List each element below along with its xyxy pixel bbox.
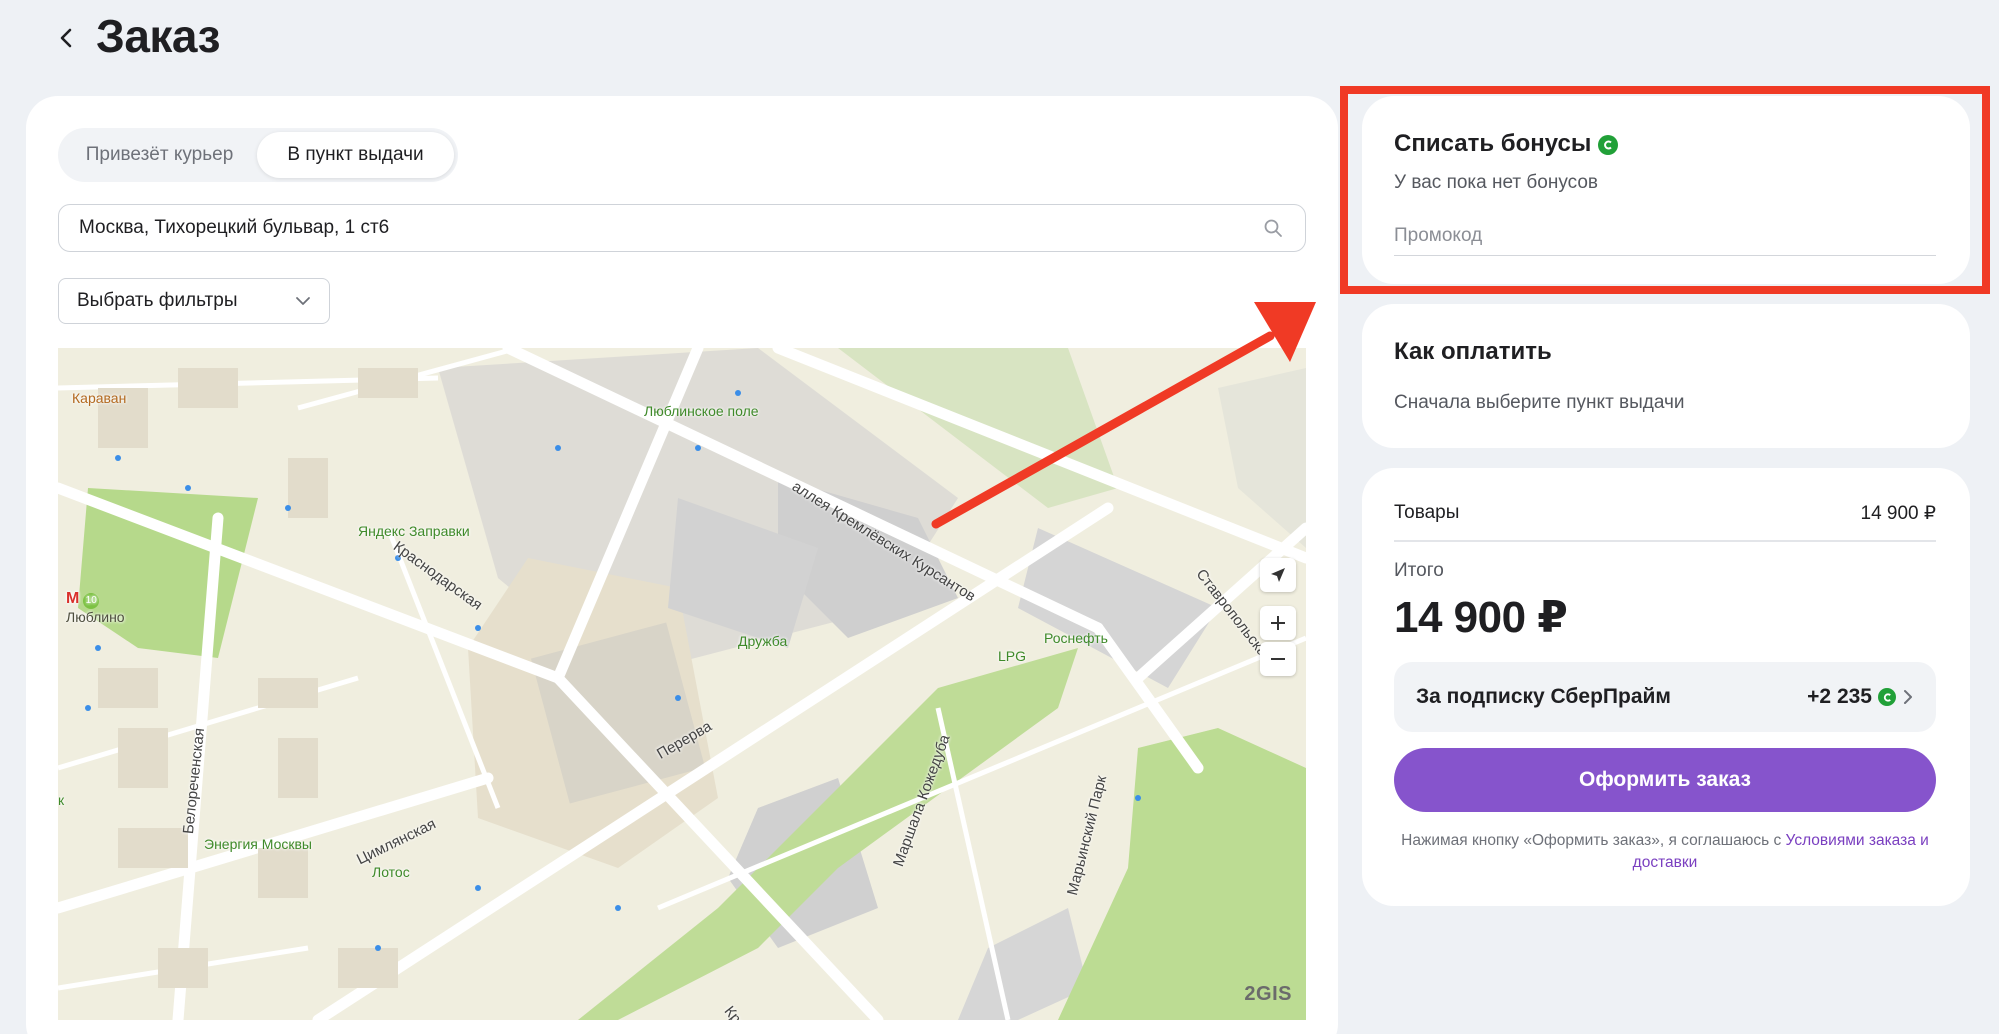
map-label-energiya-moskvy: Энергия Москвы bbox=[204, 836, 312, 852]
total-value: 14 900 ₽ bbox=[1394, 593, 1568, 642]
promo-code-input[interactable] bbox=[1394, 224, 1936, 247]
map-zoom-out-button[interactable] bbox=[1260, 642, 1296, 676]
sberprime-bonus-value: +2 235 bbox=[1807, 685, 1872, 708]
minus-icon bbox=[1271, 658, 1285, 660]
pickup-map[interactable]: Караван Люблинское поле аллея Кремлёвски… bbox=[58, 348, 1306, 1020]
sberprime-label: За подписку СберПрайм bbox=[1416, 685, 1671, 708]
metro-line-badge: 10 bbox=[83, 593, 100, 609]
map-label-yandex-zapravki: Яндекс Заправки bbox=[358, 523, 470, 539]
navigation-arrow-icon bbox=[1271, 568, 1285, 582]
map-label-lpg: LPG bbox=[998, 648, 1027, 664]
metro-station-name: Люблино bbox=[66, 609, 125, 625]
bonus-title: Списать бонусы bbox=[1394, 130, 1592, 157]
goods-value: 14 900 ₽ bbox=[1860, 503, 1936, 524]
map-attribution-2gis[interactable]: 2GIS bbox=[1244, 983, 1292, 1006]
summary-divider bbox=[1394, 540, 1936, 542]
map-label-karavan: Караван bbox=[72, 390, 127, 406]
sber-bonus-icon bbox=[1598, 134, 1618, 155]
chevron-left-icon bbox=[60, 28, 72, 48]
order-summary-card: Товары 14 900 ₽ Итого 14 900 ₽ За подпис… bbox=[1362, 468, 1970, 906]
sberprime-subscription-row[interactable]: За подписку СберПрайм +2 235 bbox=[1394, 662, 1936, 732]
promo-code-field[interactable] bbox=[1394, 216, 1936, 256]
map-label-lublinskoe-pole: Люблинское поле bbox=[644, 403, 759, 419]
filter-dropdown-label: Выбрать фильтры bbox=[77, 290, 238, 311]
sberprime-bonus: +2 235 bbox=[1807, 685, 1914, 709]
page-title: Заказ bbox=[96, 10, 220, 62]
pickup-card: Привезёт курьер В пункт выдачи Выбрать ф… bbox=[26, 96, 1338, 1034]
goods-row: Товары 14 900 ₽ bbox=[1394, 502, 1936, 525]
delivery-method-toggle: Привезёт курьер В пункт выдачи bbox=[58, 128, 458, 182]
bonus-subtitle: У вас пока нет бонусов bbox=[1394, 172, 1599, 193]
checkout-button[interactable]: Оформить заказ bbox=[1394, 748, 1936, 812]
metro-station-lublino: M 10 Люблино bbox=[66, 590, 125, 625]
sber-bonus-icon bbox=[1878, 688, 1896, 706]
search-icon[interactable] bbox=[1261, 216, 1285, 240]
map-tiles bbox=[58, 348, 1306, 1020]
map-label-druzhba: Дружба bbox=[738, 633, 788, 649]
plus-icon bbox=[1271, 616, 1285, 630]
tab-courier[interactable]: Привезёт курьер bbox=[62, 132, 257, 178]
payment-card: Как оплатить Сначала выберите пункт выда… bbox=[1362, 304, 1970, 448]
payment-title: Как оплатить bbox=[1394, 338, 1552, 365]
chevron-down-icon bbox=[296, 297, 310, 305]
map-label-edge-k: к bbox=[58, 792, 65, 808]
back-button[interactable] bbox=[52, 18, 80, 58]
map-zoom-in-button[interactable] bbox=[1260, 606, 1296, 640]
metro-icon: M bbox=[66, 590, 80, 607]
terms-notice: Нажимая кнопку «Оформить заказ», я согла… bbox=[1394, 830, 1936, 874]
map-locate-button[interactable] bbox=[1260, 558, 1296, 592]
address-search-field[interactable] bbox=[58, 204, 1306, 252]
map-label-rosneft: Роснефть bbox=[1044, 630, 1108, 646]
bonus-title-row: Списать бонусы bbox=[1394, 130, 1618, 158]
bonus-card: Списать бонусы У вас пока нет бонусов bbox=[1362, 96, 1970, 284]
map-label-lotos: Лотос bbox=[372, 864, 410, 880]
chevron-right-icon bbox=[1904, 690, 1912, 704]
total-label: Итого bbox=[1394, 560, 1444, 581]
payment-subtitle: Сначала выберите пункт выдачи bbox=[1394, 392, 1685, 413]
terms-text: Нажимая кнопку «Оформить заказ», я согла… bbox=[1401, 832, 1786, 849]
address-input[interactable] bbox=[79, 217, 1261, 239]
filter-dropdown[interactable]: Выбрать фильтры bbox=[58, 278, 330, 324]
goods-label: Товары bbox=[1394, 502, 1460, 523]
tab-pickup-point[interactable]: В пункт выдачи bbox=[257, 132, 454, 178]
